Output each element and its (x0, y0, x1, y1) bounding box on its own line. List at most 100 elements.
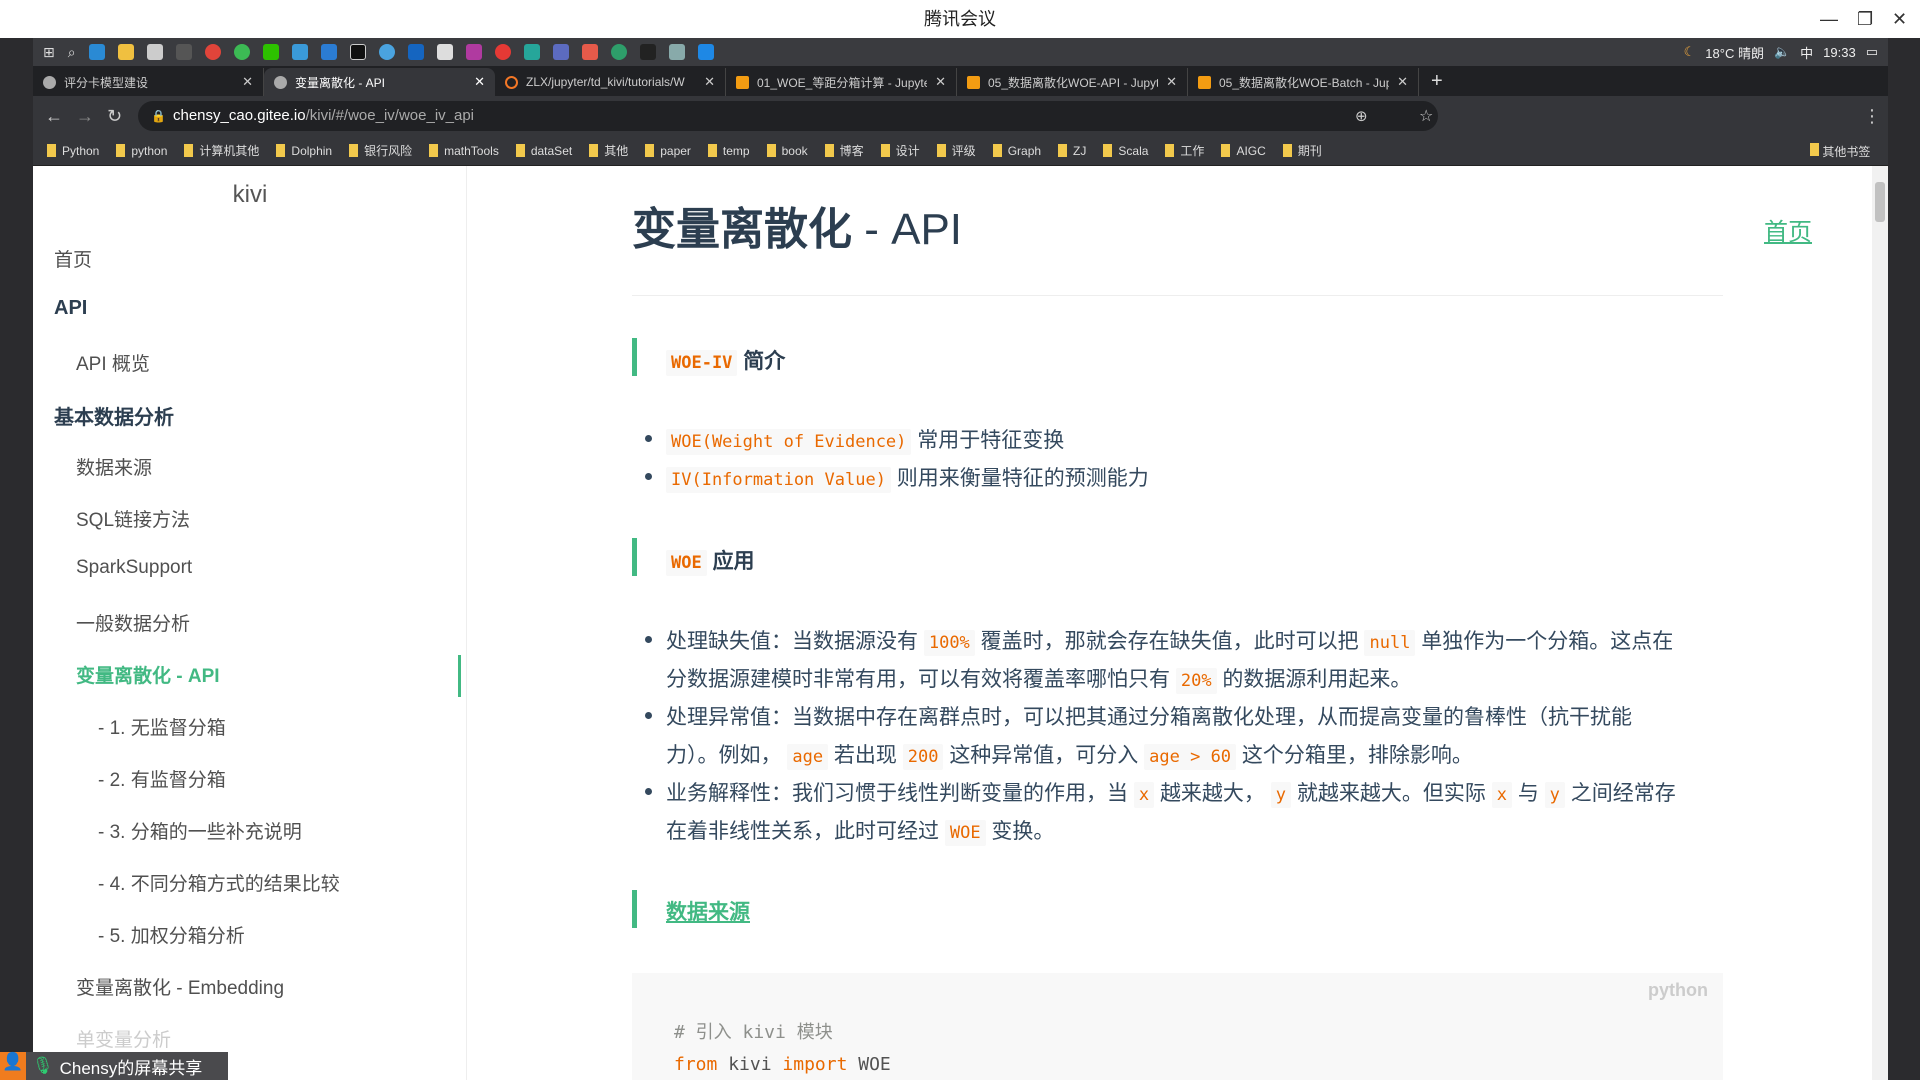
forward-icon[interactable]: → (76, 106, 94, 127)
close-tab-icon[interactable]: ✕ (1397, 74, 1408, 90)
sidebar-item[interactable]: 基本数据分析 (54, 401, 174, 430)
bookmark-item[interactable]: ZJ (1058, 144, 1086, 158)
app-icon[interactable] (668, 44, 685, 60)
sidebar-item[interactable]: 首页 (54, 245, 92, 272)
user-icon: 👤 (0, 1052, 26, 1080)
close-button[interactable]: ✕ (1892, 0, 1907, 38)
bookmark-item[interactable]: paper (645, 144, 691, 158)
bookmark-item[interactable]: mathTools (429, 144, 499, 158)
close-tab-icon[interactable]: ✕ (704, 74, 715, 90)
search-icon[interactable]: ⌕ (68, 44, 76, 61)
vscode-icon[interactable] (320, 44, 337, 60)
bookmark-item[interactable]: python (116, 144, 167, 158)
heading-data-source[interactable]: 数据来源 (666, 896, 750, 926)
sidebar-item[interactable]: 数据来源 (76, 453, 152, 480)
app-icon[interactable] (639, 44, 656, 60)
bookmark-item[interactable]: 其他 (589, 142, 628, 159)
pycharm-icon[interactable] (349, 44, 366, 60)
folder-icon (645, 144, 655, 157)
left-border (0, 38, 33, 1080)
divider (632, 295, 1723, 296)
url-input[interactable]: 🔒 chensy_cao.gitee.io/kivi/#/woe_iv/woe_i… (138, 101, 1438, 131)
ime-indicator[interactable]: 中 (1800, 43, 1813, 62)
terminal-icon[interactable] (175, 44, 192, 60)
app-icon[interactable] (523, 44, 540, 60)
app-icon[interactable] (378, 44, 395, 60)
bookmark-item[interactable]: Graph (992, 144, 1041, 158)
new-tab-button[interactable]: + (1419, 70, 1455, 96)
sidebar-item[interactable]: 变量离散化 - Embedding (76, 973, 284, 1000)
close-tab-icon[interactable]: ✕ (474, 74, 485, 90)
tencent-meeting-icon[interactable] (697, 44, 714, 60)
close-tab-icon[interactable]: ✕ (242, 74, 253, 90)
minimize-button[interactable]: — (1820, 0, 1838, 38)
zoom-icon[interactable]: ⊕ (1355, 107, 1368, 125)
bookmark-item[interactable]: 评级 (936, 142, 976, 159)
menu-icon[interactable]: ⋮ (1863, 106, 1881, 127)
netease-music-icon[interactable] (494, 44, 511, 60)
close-tab-icon[interactable]: ✕ (935, 74, 946, 90)
bookmark-item[interactable]: Python (47, 144, 99, 158)
bookmark-item[interactable]: Dolphin (276, 144, 332, 158)
chrome-dev-icon[interactable] (233, 44, 250, 60)
bookmark-item[interactable]: Scala (1103, 144, 1148, 158)
home-link[interactable]: 首页 (1764, 212, 1812, 247)
scrollbar[interactable] (1872, 166, 1888, 1080)
screen-share-badge[interactable]: 👤 🎙 Chensy的屏幕共享 (0, 1052, 228, 1080)
sidebar-title[interactable]: kivi (33, 181, 467, 209)
sidebar-item[interactable]: SparkSupport (76, 557, 192, 579)
sidebar-item[interactable]: API (54, 297, 87, 320)
chrome-icon[interactable] (204, 44, 221, 60)
browser-tab-active[interactable]: 变量离散化 - API ✕ (264, 68, 495, 96)
bookmark-item[interactable]: 博客 (824, 142, 864, 159)
bookmark-item[interactable]: 计算机其他 (184, 142, 259, 159)
bookmark-item[interactable]: dataSet (515, 144, 572, 158)
windows-start-icon[interactable]: ⊞ (43, 44, 55, 61)
notification-icon[interactable]: ▭ (1866, 44, 1878, 60)
wechat-icon[interactable] (262, 44, 279, 60)
sidebar-item[interactable]: - 5. 加权分箱分析 (98, 921, 245, 948)
browser-tab[interactable]: 05_数据离散化WOE-API - Jupyt ✕ (957, 68, 1188, 96)
scrollbar-thumb[interactable] (1875, 182, 1885, 222)
bookmark-item[interactable]: AIGC (1221, 144, 1266, 158)
edge-icon[interactable] (88, 44, 105, 60)
sidebar-item[interactable]: 单变量分析 (76, 1025, 171, 1052)
app-icon[interactable] (610, 44, 627, 60)
browser-tab[interactable]: 05_数据离散化WOE-Batch - Jup ✕ (1188, 68, 1419, 96)
weather[interactable]: 18°C 晴朗 (1705, 43, 1764, 62)
bookmark-item[interactable]: 设计 (880, 142, 920, 159)
sidebar-item[interactable]: API 概览 (76, 349, 150, 376)
close-tab-icon[interactable]: ✕ (1166, 74, 1177, 90)
teams-icon[interactable] (552, 44, 569, 60)
sidebar-item[interactable]: - 3. 分箱的一些补充说明 (98, 817, 302, 844)
back-icon[interactable]: ← (45, 106, 63, 127)
sidebar-item[interactable]: SQL链接方法 (76, 505, 190, 532)
browser-tab[interactable]: ZLX/jupyter/td_kivi/tutorials/W ✕ (495, 68, 726, 96)
bookmark-item[interactable]: 期刊 (1282, 142, 1322, 159)
browser-tab[interactable]: 评分卡模型建设 ✕ (33, 68, 264, 96)
app-icon[interactable] (436, 44, 453, 60)
store-icon[interactable] (146, 44, 163, 60)
clock[interactable]: 19:33 (1823, 45, 1856, 60)
bookmark-item[interactable]: 工作 (1165, 142, 1204, 159)
sidebar-item[interactable]: - 2. 有监督分箱 (98, 765, 226, 792)
restore-button[interactable]: ❐ (1857, 0, 1873, 38)
bookmark-item[interactable]: book (766, 144, 808, 158)
todo-icon[interactable] (291, 44, 308, 60)
file-explorer-icon[interactable] (117, 44, 134, 60)
sidebar-item[interactable]: - 4. 不同分箱方式的结果比较 (98, 869, 340, 896)
sidebar-item[interactable]: 变量离散化 - API (76, 661, 220, 688)
reload-icon[interactable]: ↻ (107, 106, 122, 127)
sidebar-item[interactable]: - 1. 无监督分箱 (98, 713, 226, 740)
bookmark-star-icon[interactable]: ☆ (1419, 106, 1433, 126)
other-bookmarks[interactable]: 其他书签 (1810, 143, 1870, 160)
window-titlebar: 腾讯会议 — ❐ ✕ (0, 0, 1920, 38)
bookmark-item[interactable]: 银行风险 (349, 142, 412, 159)
app-icon[interactable] (407, 44, 424, 60)
bookmark-item[interactable]: temp (707, 144, 750, 158)
app-icon[interactable] (581, 44, 598, 60)
volume-icon[interactable]: 🔈 (1774, 44, 1790, 60)
browser-tab[interactable]: 01_WOE_等距分箱计算 - Jupyte ✕ (726, 68, 957, 96)
sidebar-item[interactable]: 一般数据分析 (76, 609, 190, 636)
app-icon[interactable] (465, 44, 482, 60)
